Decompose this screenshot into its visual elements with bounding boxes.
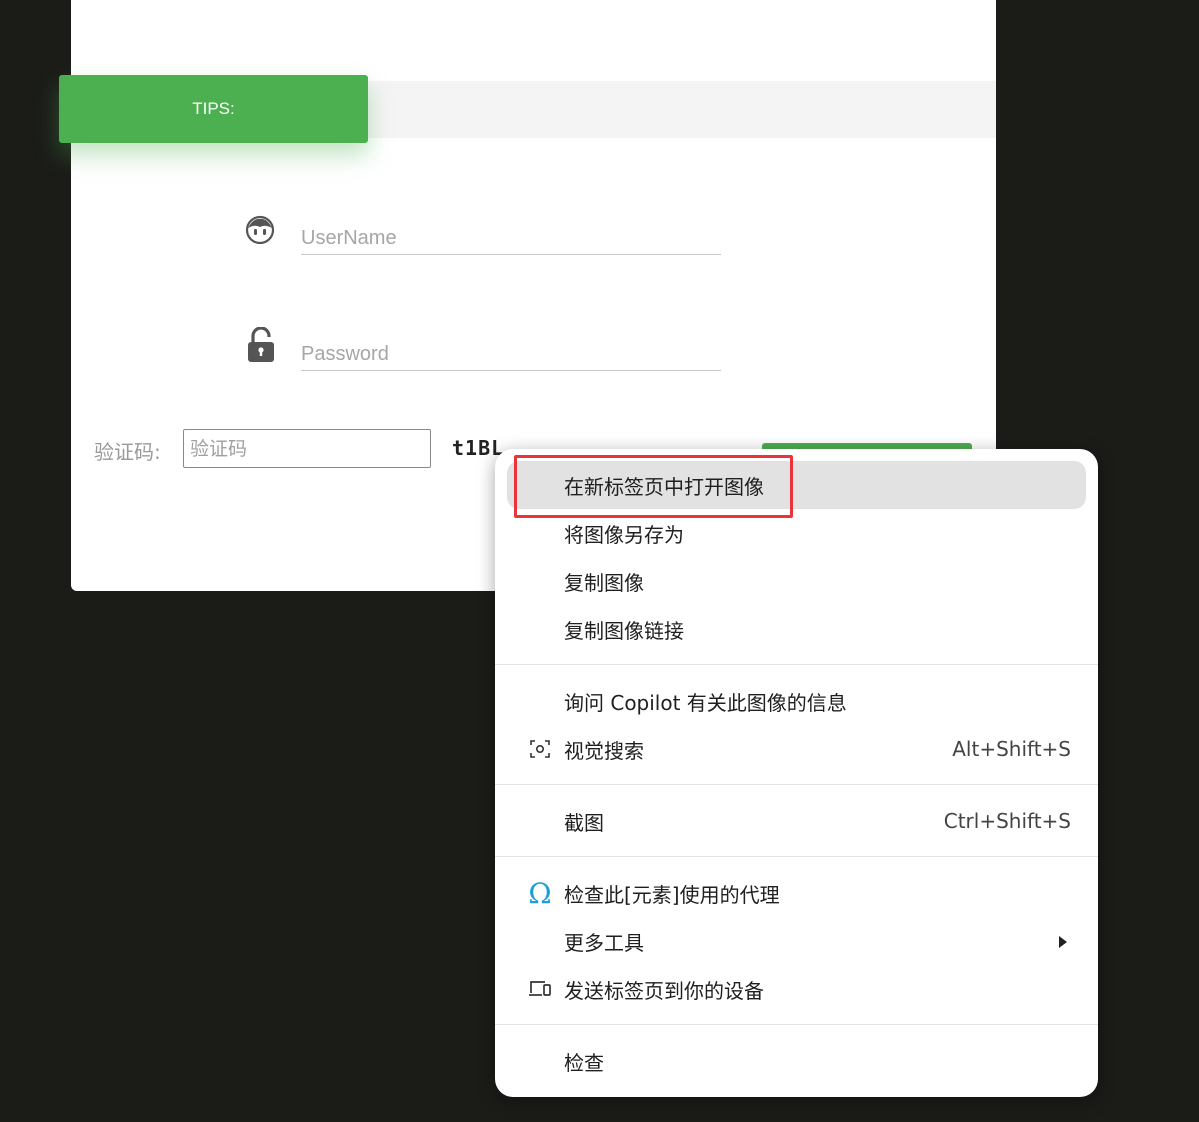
menu-separator (495, 664, 1098, 665)
menu-item-label: 在新标签页中打开图像 (564, 474, 764, 499)
chevron-right-icon (1058, 929, 1068, 953)
menu-item-copy-image-link[interactable]: 复制图像链接 (507, 605, 1086, 653)
captcha-input[interactable] (183, 429, 431, 468)
captcha-label: 验证码: (94, 440, 161, 464)
menu-item-open-image-new-tab[interactable]: 在新标签页中打开图像 (507, 461, 1086, 509)
unlock-icon (248, 327, 274, 362)
user-icon (245, 215, 275, 245)
menu-item-inspect[interactable]: 检查 (507, 1037, 1086, 1085)
menu-item-label: 截图 (564, 810, 604, 835)
menu-item-label: 发送标签页到你的设备 (564, 978, 764, 1003)
menu-item-inspect-proxy[interactable]: Ω 检查此[元素]使用的代理 (507, 869, 1086, 917)
omega-icon: Ω (528, 876, 552, 910)
tips-label: TIPS: (192, 99, 235, 118)
menu-item-label: 视觉搜索 (564, 738, 644, 763)
tips-banner: TIPS: (59, 75, 368, 143)
menu-item-label: 更多工具 (564, 930, 644, 955)
menu-item-screenshot[interactable]: 截图 Ctrl+Shift+S (507, 797, 1086, 845)
shortcut-label: Ctrl+Shift+S (943, 809, 1071, 833)
menu-item-ask-copilot[interactable]: 询问 Copilot 有关此图像的信息 (507, 677, 1086, 725)
menu-item-copy-image[interactable]: 复制图像 (507, 557, 1086, 605)
menu-item-label: 复制图像 (564, 570, 644, 595)
menu-item-label: 将图像另存为 (564, 522, 684, 547)
menu-separator (495, 856, 1098, 857)
menu-separator (495, 1024, 1098, 1025)
username-input[interactable] (301, 222, 721, 255)
menu-item-save-image-as[interactable]: 将图像另存为 (507, 509, 1086, 557)
password-input[interactable] (301, 338, 721, 371)
menu-item-label: 询问 Copilot 有关此图像的信息 (564, 690, 847, 715)
menu-item-label: 复制图像链接 (564, 618, 684, 643)
menu-separator (495, 784, 1098, 785)
menu-item-label: 检查此[元素]使用的代理 (564, 882, 780, 907)
devices-icon (528, 977, 552, 1001)
menu-item-label: 检查 (564, 1050, 604, 1075)
menu-item-send-tab-to-devices[interactable]: 发送标签页到你的设备 (507, 965, 1086, 1013)
visual-search-icon (528, 737, 552, 761)
menu-item-visual-search[interactable]: 视觉搜索 Alt+Shift+S (507, 725, 1086, 773)
shortcut-label: Alt+Shift+S (952, 737, 1071, 761)
menu-item-more-tools[interactable]: 更多工具 (507, 917, 1086, 965)
captcha-image[interactable]: t1BL (452, 436, 504, 460)
context-menu: 在新标签页中打开图像 将图像另存为 复制图像 复制图像链接 询问 Copilot… (495, 449, 1098, 1097)
